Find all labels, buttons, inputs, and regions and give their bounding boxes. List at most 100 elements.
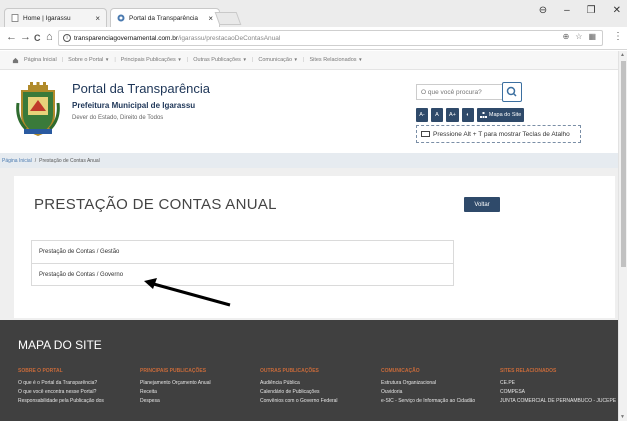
minimize-button[interactable]: – [564, 5, 570, 16]
report-list: Prestação de Contas / Gestão Prestação d… [31, 240, 454, 286]
footer-column-outras-publicacoes: OUTRAS PUBLICAÇÕES Audiência Pública Cal… [260, 368, 378, 407]
accessibility-toolbar: A- A A+ ◐ Mapa do Site [416, 108, 525, 122]
window-controls: ⊖ – ❐ ✕ [539, 5, 621, 16]
reload-icon[interactable]: C [34, 33, 41, 43]
keyboard-icon [421, 131, 430, 137]
caret-down-icon: ▼ [104, 57, 110, 62]
footer-link[interactable]: Estrutura Organizacional [381, 380, 499, 389]
footer-column-comunicacao: COMUNICAÇÃO Estrutura Organizacional Ouv… [381, 368, 499, 407]
bookmark-star-icon[interactable]: ☆ [575, 32, 582, 41]
scrollbar-thumb[interactable] [621, 61, 626, 267]
close-tab-icon[interactable]: × [95, 14, 100, 23]
annotation-arrow-icon [144, 278, 231, 307]
page-title: PRESTAÇÃO DE CONTAS ANUAL [34, 196, 277, 213]
breadcrumb-home-link[interactable]: Página Inicial [2, 158, 32, 164]
municipal-crest-logo[interactable] [16, 81, 60, 137]
footer-link[interactable]: Convênios com o Governo Federal [260, 398, 378, 407]
tab-title: Portal da Transparência [129, 14, 199, 22]
footer-column-principais-publicacoes: PRINCIPAIS PUBLICAÇÕES Planejamento Orça… [140, 368, 258, 407]
close-window-button[interactable]: ✕ [613, 5, 621, 16]
info-icon[interactable]: i [63, 34, 71, 42]
footer-link[interactable]: Despesa [140, 398, 258, 407]
portal-title[interactable]: Portal da Transparência [72, 81, 210, 96]
nav-item-outras-publicacoes[interactable]: Outras Publicações ▼ [193, 57, 247, 63]
footer-link[interactable]: JUNTA COMERCIAL DE PERNAMBUCO - JUCEPE [500, 398, 616, 407]
site-nav-bar: Página Inicial | Sobre o Portal ▼ | Prin… [0, 51, 618, 70]
zoom-icon[interactable]: ⊕ [563, 32, 570, 41]
footer-link[interactable]: COMPESA [500, 389, 616, 398]
list-item-gestao[interactable]: Prestação de Contas / Gestão [32, 241, 453, 263]
site-footer: MAPA DO SITE SOBRE O PORTAL O que é o Po… [0, 320, 618, 421]
font-increase-button[interactable]: A+ [446, 108, 459, 122]
breadcrumb-current: Prestação de Contas Anual [39, 157, 100, 164]
footer-link[interactable]: Audiência Pública [260, 380, 378, 389]
site-header: Portal da Transparência Prefeitura Munic… [0, 70, 618, 160]
list-item-governo[interactable]: Prestação de Contas / Governo [32, 263, 453, 285]
footer-column-heading[interactable]: PRINCIPAIS PUBLICAÇÕES [140, 368, 258, 374]
footer-column-sobre-o-portal: SOBRE O PORTAL O que é o Portal da Trans… [18, 368, 136, 407]
browser-menu-icon[interactable]: ⋮ [613, 31, 623, 42]
nav-item-comunicacao[interactable]: Comunicação ▼ [258, 57, 298, 63]
sitemap-icon [479, 112, 487, 118]
breadcrumb: Página Inicial / Prestação de Contas Anu… [0, 153, 618, 168]
footer-link[interactable]: Ouvidoria [381, 389, 499, 398]
font-reset-button[interactable]: A [431, 108, 443, 122]
profile-icon[interactable]: ⊖ [539, 5, 547, 16]
browser-toolbar: ← → C ⌂ i transparenciagovernamental.com… [0, 27, 627, 50]
footer-link[interactable]: O que é o Portal da Transparência? [18, 380, 136, 389]
footer-column-heading[interactable]: SITES RELACIONADOS [500, 368, 616, 374]
address-bar[interactable]: i transparenciagovernamental.com.br/igar… [58, 30, 603, 46]
new-tab-button[interactable] [214, 12, 242, 25]
back-arrow-icon[interactable]: ← [6, 31, 17, 43]
search-button[interactable] [502, 82, 522, 102]
shortcut-text: Pressione Alt + T para mostrar Teclas de… [433, 130, 570, 138]
footer-title: MAPA DO SITE [18, 338, 102, 352]
omnibox-actions: ⊕ ☆ ▦ [563, 32, 596, 41]
footer-link[interactable]: Receita [140, 389, 258, 398]
forward-arrow-icon[interactable]: → [20, 31, 31, 43]
scroll-up-icon[interactable]: ▲ [620, 52, 625, 58]
scroll-down-icon[interactable]: ▼ [620, 414, 625, 420]
maximize-button[interactable]: ❐ [587, 5, 596, 16]
breadcrumb-separator: / [34, 157, 37, 164]
portal-motto: Dever do Estado, Direito de Todos [72, 115, 164, 121]
page-icon [11, 14, 19, 22]
contrast-button[interactable]: ◐ [461, 108, 474, 122]
home-icon[interactable]: ⌂ [46, 31, 53, 43]
close-tab-icon[interactable]: × [208, 14, 213, 23]
back-button[interactable]: Voltar [464, 197, 500, 212]
nav-home-link[interactable]: Página Inicial [24, 57, 57, 63]
tab-home-igarassu[interactable]: Home | Igarassu × [4, 8, 107, 27]
nav-item-principais-publicacoes[interactable]: Principais Publicações ▼ [121, 57, 182, 63]
sitemap-button[interactable]: Mapa do Site [476, 108, 525, 122]
footer-column-heading[interactable]: COMUNICAÇÃO [381, 368, 499, 374]
tab-portal-transparencia[interactable]: Portal da Transparência × [110, 8, 220, 27]
search-input[interactable] [416, 84, 509, 100]
nav-item-sites-relacionados[interactable]: Sites Relacionados ▼ [309, 57, 362, 63]
footer-link[interactable]: Calendário de Publicações [260, 389, 378, 398]
portal-subtitle: Prefeitura Municipal de Igarassu [72, 101, 196, 110]
url-path: /igarassu/prestacaoDeContasAnual [178, 34, 281, 42]
caret-down-icon: ▼ [177, 57, 182, 62]
footer-column-heading[interactable]: SOBRE O PORTAL [18, 368, 136, 374]
sitemap-label: Mapa do Site [488, 112, 522, 118]
nav-item-sobre-o-portal[interactable]: Sobre o Portal ▼ [68, 57, 109, 63]
extension-icon[interactable]: ▦ [588, 32, 596, 41]
footer-link[interactable]: e-SIC - Serviço de Informação ao Cidadão [381, 398, 499, 407]
url-host: transparenciagovernamental.com.br [74, 34, 179, 42]
footer-link[interactable]: CE.PE [500, 380, 616, 389]
font-decrease-button[interactable]: A- [416, 108, 428, 122]
footer-link[interactable]: Responsabilidade pela Publicação dos [18, 398, 136, 407]
browser-tab-strip: Home | Igarassu × Portal da Transparênci… [0, 0, 627, 27]
footer-link[interactable]: O que você encontra nesse Portal? [18, 389, 136, 398]
keyboard-shortcut-hint[interactable]: Pressione Alt + T para mostrar Teclas de… [416, 125, 581, 143]
contrast-icon: ◐ [466, 112, 470, 118]
search-icon [506, 86, 517, 97]
tab-title: Home | Igarassu [23, 14, 71, 22]
caret-down-icon: ▼ [293, 57, 299, 62]
home-icon [12, 57, 19, 63]
page-scrollbar[interactable]: ▲ ▼ [618, 51, 627, 421]
footer-column-sites-relacionados: SITES RELACIONADOS CE.PE COMPESA JUNTA C… [500, 368, 616, 407]
footer-column-heading[interactable]: OUTRAS PUBLICAÇÕES [260, 368, 378, 374]
footer-link[interactable]: Planejamento Orçamento Anual [140, 380, 258, 389]
